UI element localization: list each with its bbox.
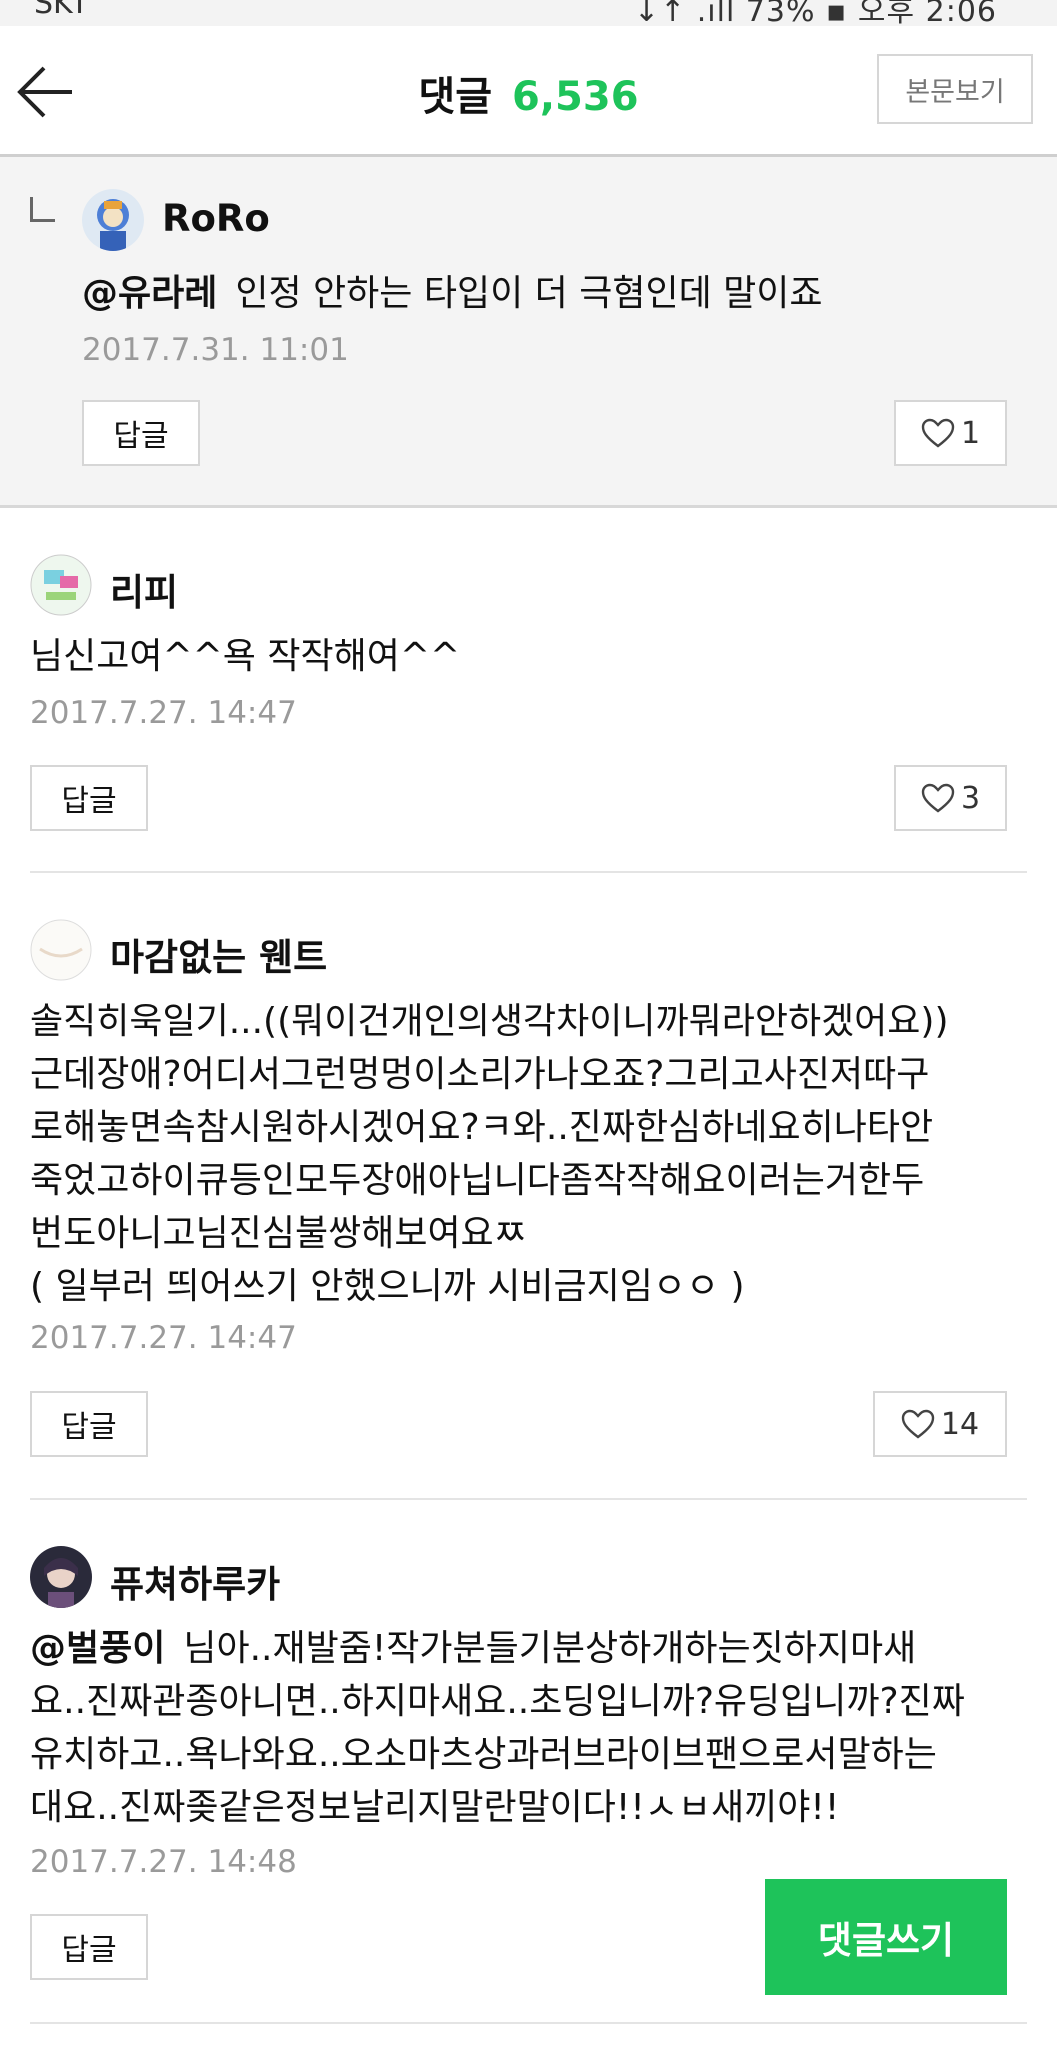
comment-text: 솔직히욱일기...((뭐이건개인의생각차이니까뭐라안하겠어요)) 근데장애?어디…: [30, 1001, 949, 1307]
heart-icon: [921, 418, 955, 448]
carrier-label: SKT: [34, 0, 89, 21]
page-title-label: 댓글: [418, 74, 493, 120]
reply-button[interactable]: 답글: [30, 765, 148, 831]
divider: [30, 871, 1027, 873]
comment-timestamp: 2017.7.27. 14:47: [30, 1320, 297, 1356]
header-bar: 댓글 6,536 본문보기: [0, 26, 1057, 157]
reply-button[interactable]: 답글: [30, 1391, 148, 1457]
comment-timestamp: 2017.7.31. 11:01: [82, 332, 349, 368]
reply-indent-icon: [30, 197, 55, 222]
heart-icon: [921, 783, 955, 813]
comment-count: 6,536: [512, 74, 639, 120]
like-count: 1: [960, 415, 981, 451]
comment-body: 님신고여^^욕 작작해여^^: [30, 630, 460, 683]
status-indicators: ↓↑ .ıll 73% ▪ 오후 2:06: [633, 0, 997, 26]
divider: [30, 1498, 1027, 1500]
avatar[interactable]: [30, 1546, 92, 1608]
reply-button[interactable]: 답글: [30, 1914, 148, 1980]
divider: [30, 2022, 1027, 2024]
comment-body: @벌풍이 님아..재발줌!작가분들기분상하개하는짓하지마새 요..진짜관종아니면.…: [30, 1622, 965, 1834]
like-button[interactable]: 1: [894, 400, 1007, 466]
avatar[interactable]: [82, 189, 144, 251]
write-comment-button[interactable]: 댓글쓰기: [765, 1879, 1007, 1995]
heart-icon: [901, 1409, 935, 1439]
view-article-button[interactable]: 본문보기: [877, 54, 1033, 124]
reply-button[interactable]: 답글: [82, 400, 200, 466]
comment-item: 리피 님신고여^^욕 작작해여^^ 2017.7.27. 14:47 답글 3: [0, 510, 1057, 873]
comment-body: @유라레 인정 안하는 타입이 더 극혐인데 말이죠: [82, 267, 823, 320]
avatar[interactable]: [30, 919, 92, 981]
avatar[interactable]: [30, 554, 92, 616]
comment-author[interactable]: 리피: [110, 562, 178, 616]
comment-timestamp: 2017.7.27. 14:48: [30, 1844, 297, 1880]
comment-item: RoRo @유라레 인정 안하는 타입이 더 극혐인데 말이죠 2017.7.31…: [0, 157, 1057, 508]
status-bar: SKT ↓↑ .ıll 73% ▪ 오후 2:06: [0, 0, 1057, 26]
like-count: 14: [940, 1406, 980, 1442]
like-count: 3: [960, 780, 981, 816]
comment-author[interactable]: RoRo: [162, 197, 270, 240]
comment-mention[interactable]: @유라레: [82, 273, 217, 314]
comment-text: 인정 안하는 타입이 더 극혐인데 말이죠: [235, 273, 823, 314]
comment-text: 님신고여^^욕 작작해여^^: [30, 636, 461, 677]
like-button[interactable]: 14: [873, 1391, 1007, 1457]
comment-mention[interactable]: @벌풍이: [30, 1628, 165, 1669]
comment-text: 님아..재발줌!작가분들기분상하개하는짓하지마새 요..진짜관종아니면..하지마…: [30, 1628, 965, 1828]
comment-timestamp: 2017.7.27. 14:47: [30, 695, 297, 731]
comment-author[interactable]: 퓨쳐하루카: [110, 1554, 280, 1608]
comment-author[interactable]: 마감없는 웬트: [110, 927, 327, 981]
like-button[interactable]: 3: [894, 765, 1007, 831]
comment-item: 마감없는 웬트 솔직히욱일기...((뭐이건개인의생각차이니까뭐라안하겠어요))…: [0, 875, 1057, 1500]
comment-body: 솔직히욱일기...((뭐이건개인의생각차이니까뭐라안하겠어요)) 근데장애?어디…: [30, 995, 949, 1313]
